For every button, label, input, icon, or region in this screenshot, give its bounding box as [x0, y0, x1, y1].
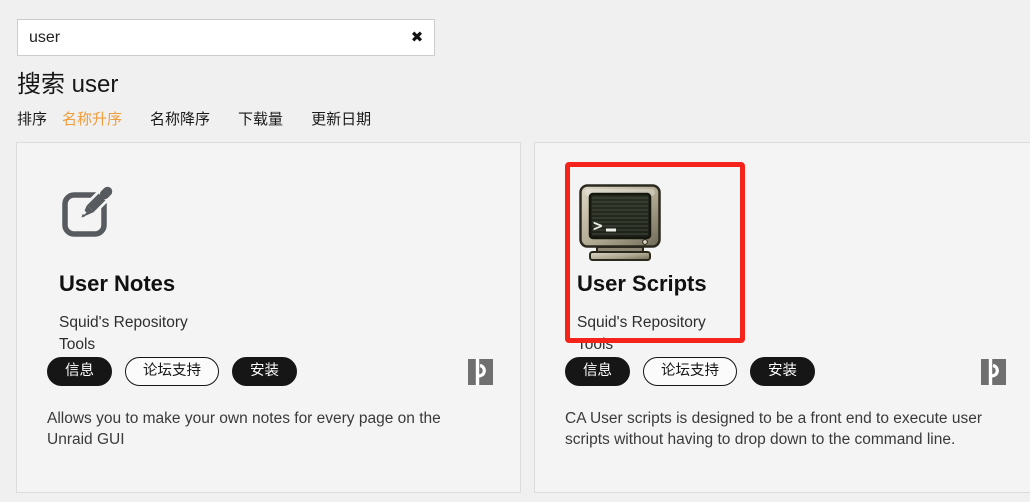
app-category: Tools	[59, 335, 95, 355]
sort-label: 排序	[17, 110, 47, 130]
clear-search-icon[interactable]: ✖	[400, 19, 434, 56]
pin-app-icon[interactable]	[981, 359, 1006, 385]
card-actions: 信息 论坛支持 安装	[47, 357, 297, 386]
search-box: ✖	[17, 19, 435, 56]
sort-option-name-ascending[interactable]: 名称升序	[62, 110, 122, 130]
svg-text:>: >	[593, 216, 603, 235]
install-button[interactable]: 安装	[232, 357, 297, 386]
card-actions: 信息 论坛支持 安装	[565, 357, 815, 386]
app-title: User Scripts	[577, 270, 707, 298]
install-button[interactable]: 安装	[750, 357, 815, 386]
sort-option-name-descending[interactable]: 名称降序	[150, 110, 210, 130]
sort-bar: 排序 名称升序 名称降序 下载量 更新日期	[17, 110, 399, 130]
sort-option-downloads[interactable]: 下载量	[238, 110, 283, 130]
pin-app-icon[interactable]	[468, 359, 493, 385]
app-repository: Squid's Repository	[59, 313, 188, 333]
crt-terminal-icon: >	[579, 184, 663, 269]
app-card-user-scripts[interactable]: > User Scripts Squid's Repository Tools …	[534, 142, 1030, 493]
forum-support-button[interactable]: 论坛支持	[643, 357, 737, 386]
app-card-user-notes[interactable]: User Notes Squid's Repository Tools 信息 论…	[16, 142, 521, 493]
app-repository: Squid's Repository	[577, 313, 706, 333]
info-button[interactable]: 信息	[565, 357, 630, 386]
app-description: Allows you to make your own notes for ev…	[47, 408, 482, 450]
community-applications-search-page: ✖ 搜索 user 排序 名称升序 名称降序 下载量 更新日期	[0, 0, 1030, 502]
edit-pencil-icon	[61, 182, 117, 243]
app-description: CA User scripts is designed to be a fron…	[565, 408, 995, 450]
page-title: 搜索 user	[17, 70, 118, 100]
search-input[interactable]	[18, 20, 400, 55]
sort-option-update-date[interactable]: 更新日期	[311, 110, 371, 130]
app-title: User Notes	[59, 270, 175, 298]
info-button[interactable]: 信息	[47, 357, 112, 386]
forum-support-button[interactable]: 论坛支持	[125, 357, 219, 386]
app-category: Tools	[577, 335, 613, 355]
